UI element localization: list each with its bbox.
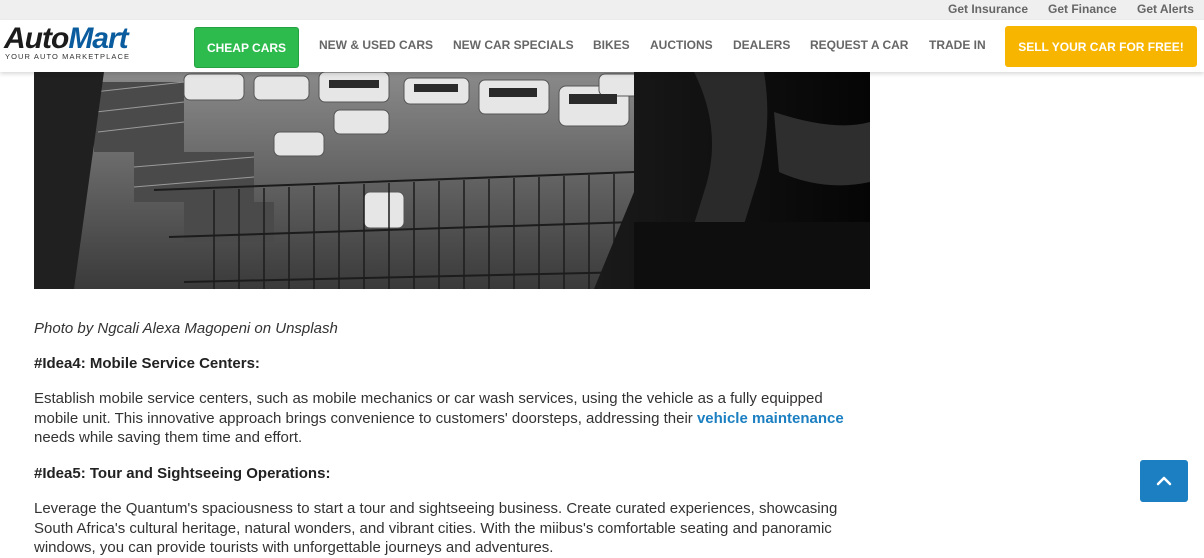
idea4-text-after: needs while saving them time and effort. — [34, 429, 303, 446]
vehicle-maintenance-link[interactable]: vehicle maintenance — [697, 410, 844, 427]
idea5-paragraph: Leverage the Quantum's spaciousness to s… — [34, 500, 838, 556]
chevron-up-icon — [1156, 476, 1172, 486]
nav-dealers[interactable]: DEALERS — [733, 38, 790, 52]
main-nav: AutoMart YOUR AUTO MARKETPLACE CHEAP CAR… — [0, 20, 1204, 72]
article-photo — [34, 72, 870, 289]
logo-tagline: YOUR AUTO MARKETPLACE — [5, 52, 131, 61]
nav-auctions[interactable]: AUCTIONS — [650, 38, 713, 52]
utility-bar: Get Insurance Get Finance Get Alerts — [0, 0, 1204, 20]
get-alerts-link[interactable]: Get Alerts — [1137, 2, 1194, 16]
nav-new-car-specials[interactable]: NEW CAR SPECIALS — [453, 38, 574, 52]
nav-new-used-cars[interactable]: NEW & USED CARS — [319, 38, 433, 52]
idea5-heading: #Idea5: Tour and Sightseeing Operations: — [34, 465, 331, 482]
logo-auto-text: Auto — [4, 22, 69, 55]
nav-request-a-car[interactable]: REQUEST A CAR — [810, 38, 908, 52]
photo-caption: Photo by Ngcali Alexa Magopeni on Unspla… — [34, 320, 338, 337]
automart-logo[interactable]: AutoMart YOUR AUTO MARKETPLACE — [4, 22, 144, 68]
nav-bikes[interactable]: BIKES — [593, 38, 630, 52]
sell-your-car-button[interactable]: SELL YOUR CAR FOR FREE! — [1005, 26, 1197, 67]
logo-mart-text: Mart — [68, 22, 128, 55]
get-insurance-link[interactable]: Get Insurance — [948, 2, 1028, 16]
nav-trade-in[interactable]: TRADE IN — [929, 38, 986, 52]
back-to-top-button[interactable] — [1140, 460, 1188, 502]
cheap-cars-button[interactable]: CHEAP CARS — [194, 27, 299, 68]
idea4-paragraph: Establish mobile service centers, such a… — [34, 389, 870, 448]
get-finance-link[interactable]: Get Finance — [1048, 2, 1117, 16]
idea4-heading: #Idea4: Mobile Service Centers: — [34, 355, 260, 372]
